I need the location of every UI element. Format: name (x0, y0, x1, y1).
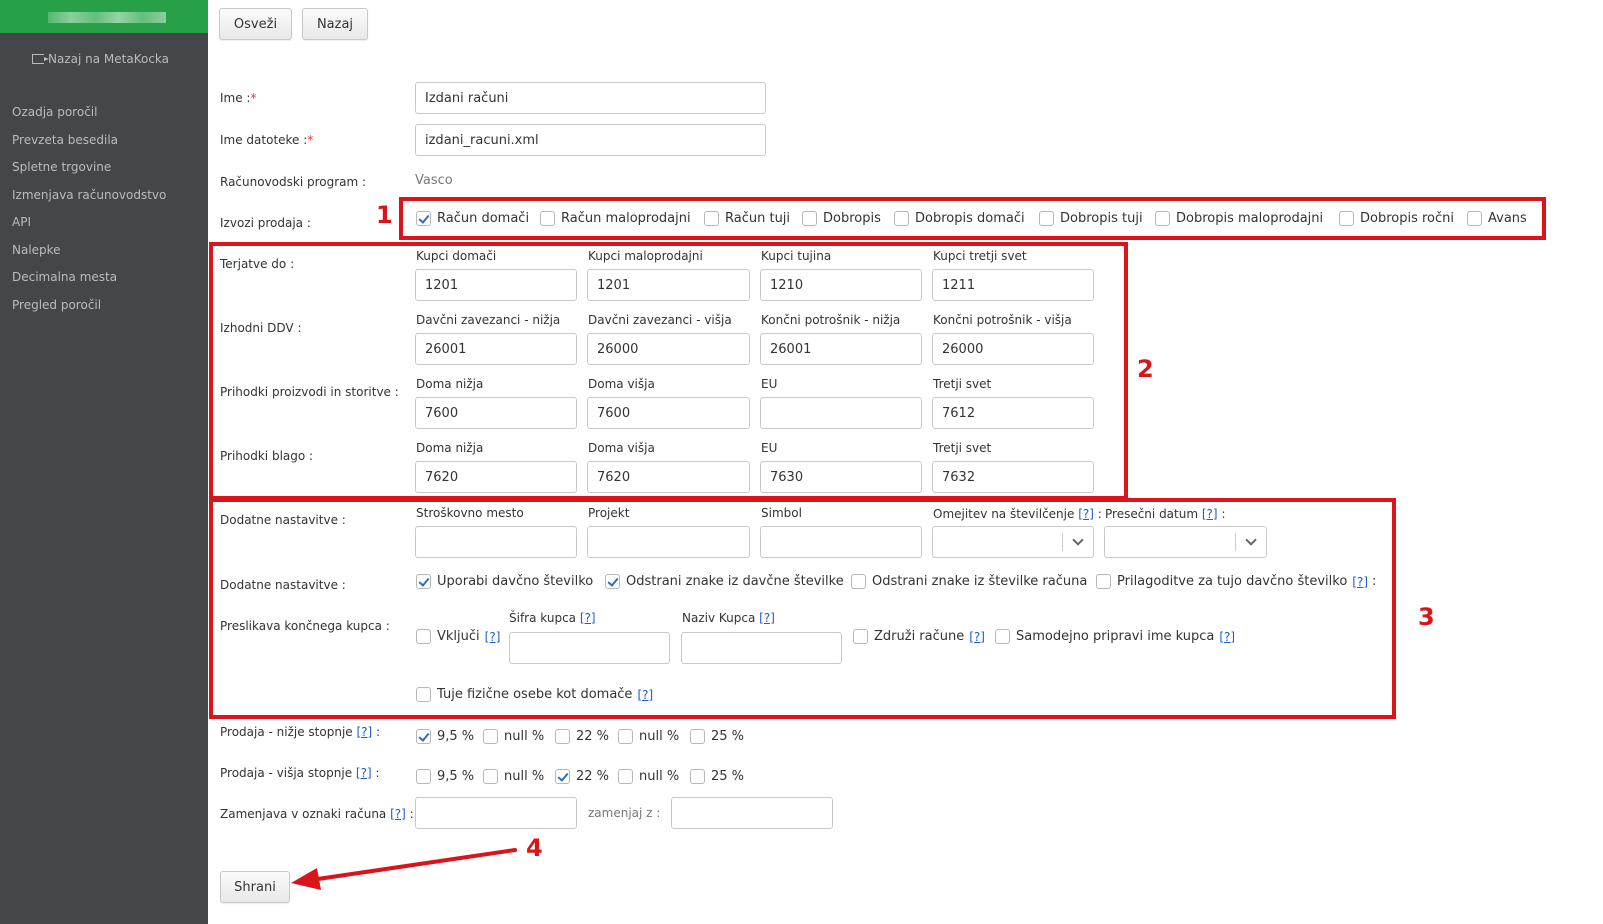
colon: : (376, 725, 381, 739)
name-label-text: Ime : (220, 91, 251, 105)
sign-out-icon (32, 54, 49, 64)
save-button[interactable]: Shrani (220, 871, 290, 903)
export-sales-label: Izvozi prodaja : (220, 216, 311, 230)
option-label: null % (504, 729, 545, 744)
checkbox[interactable] (555, 729, 570, 744)
option-label: null % (504, 769, 545, 784)
checkbox[interactable] (618, 769, 633, 784)
checkbox[interactable] (483, 729, 498, 744)
sales-lower-rate-5[interactable]: 25 % (690, 729, 744, 744)
help-link[interactable]: [?] (357, 725, 373, 739)
filename-input[interactable] (415, 124, 766, 156)
refresh-button[interactable]: Osveži (219, 8, 292, 40)
annotation-box-1 (399, 197, 1546, 240)
replace-from-input[interactable] (415, 797, 577, 829)
replace-to-input[interactable] (671, 797, 833, 829)
accounting-program-value: Vasco (415, 173, 453, 188)
checkbox[interactable] (555, 769, 570, 784)
annotation-number-2: 2 (1137, 355, 1154, 383)
sidebar-item-accounting-exchange[interactable]: Izmenjava računovodstvo (12, 185, 166, 213)
colon: : (375, 766, 380, 780)
sales-lower-rates-label: Prodaja - nižje stopnje [?] : (220, 725, 380, 739)
option-label: 9,5 % (437, 729, 475, 744)
sidebar-item-web-shops[interactable]: Spletne trgovine (12, 157, 166, 185)
sidebar-item-report-backgrounds[interactable]: Ozadja poročil (12, 102, 166, 130)
sales-higher-rate-1[interactable]: 9,5 % (416, 769, 474, 784)
annotation-number-3: 3 (1418, 603, 1435, 631)
annotation-number-4: 4 (526, 834, 543, 862)
checkbox[interactable] (483, 769, 498, 784)
sales-higher-rate-3[interactable]: 22 % (555, 769, 609, 784)
option-label: 25 % (711, 729, 745, 744)
replace-with-label: zamenjaj z : (588, 806, 661, 820)
annotation-arrow (291, 848, 517, 890)
option-label: 22 % (576, 729, 610, 744)
annotation-box-2 (209, 242, 1128, 500)
annotation-number-1: 1 (376, 201, 393, 229)
option-label: 25 % (711, 769, 745, 784)
sales-higher-rates-label: Prodaja - višja stopnje [?] : (220, 766, 380, 780)
filename-label: Ime datoteke :* (220, 133, 313, 147)
sales-higher-rate-2[interactable]: null % (483, 769, 544, 784)
brand-name-blurred (48, 12, 166, 23)
checkbox[interactable] (416, 769, 431, 784)
sales-lower-rates-text: Prodaja - nižje stopnje (220, 725, 353, 739)
option-label: null % (639, 729, 680, 744)
name-label: Ime :* (220, 91, 256, 105)
sales-higher-rate-5[interactable]: 25 % (690, 769, 744, 784)
checkbox[interactable] (690, 729, 705, 744)
sidebar-item-report-overview[interactable]: Pregled poročil (12, 295, 166, 323)
help-link[interactable]: [?] (390, 807, 406, 821)
checkbox[interactable] (416, 729, 431, 744)
help-link[interactable]: [?] (356, 766, 372, 780)
option-label: 9,5 % (437, 769, 475, 784)
invoice-label-replace-text: Zamenjava v oznaki računa (220, 807, 387, 821)
required-mark: * (250, 91, 257, 105)
accounting-program-label: Računovodski program : (220, 175, 367, 189)
checkbox[interactable] (690, 769, 705, 784)
sidebar-item-api[interactable]: API (12, 212, 166, 240)
sales-lower-rate-1[interactable]: 9,5 % (416, 729, 474, 744)
sidebar: Nazaj na MetaKocka Ozadja poročil Prevze… (0, 0, 208, 924)
sidebar-item-labels[interactable]: Nalepke (12, 240, 166, 268)
sidebar-item-default-texts[interactable]: Prevzeta besedila (12, 130, 166, 158)
filename-label-text: Ime datoteke : (220, 133, 308, 147)
annotation-box-3 (209, 498, 1396, 719)
checkbox[interactable] (618, 729, 633, 744)
sidebar-nav: Ozadja poročil Prevzeta besedila Spletne… (12, 102, 166, 322)
invoice-label-replace-label: Zamenjava v oznaki računa [?] : (220, 807, 414, 821)
option-label: null % (639, 769, 680, 784)
sales-lower-rate-3[interactable]: 22 % (555, 729, 609, 744)
sales-higher-rate-4[interactable]: null % (618, 769, 679, 784)
sidebar-item-decimal-places[interactable]: Decimalna mesta (12, 267, 166, 295)
brand-logo[interactable] (0, 0, 208, 33)
sales-lower-rate-2[interactable]: null % (483, 729, 544, 744)
name-input[interactable] (415, 82, 766, 114)
colon: : (409, 807, 414, 821)
back-to-metakocka-link[interactable]: Nazaj na MetaKocka (32, 52, 169, 66)
required-mark: * (307, 133, 314, 147)
back-link-label: Nazaj na MetaKocka (48, 52, 170, 66)
option-label: 22 % (576, 769, 610, 784)
sales-lower-rate-4[interactable]: null % (618, 729, 679, 744)
sales-higher-rates-text: Prodaja - višja stopnje (220, 766, 353, 780)
back-button[interactable]: Nazaj (302, 8, 368, 40)
